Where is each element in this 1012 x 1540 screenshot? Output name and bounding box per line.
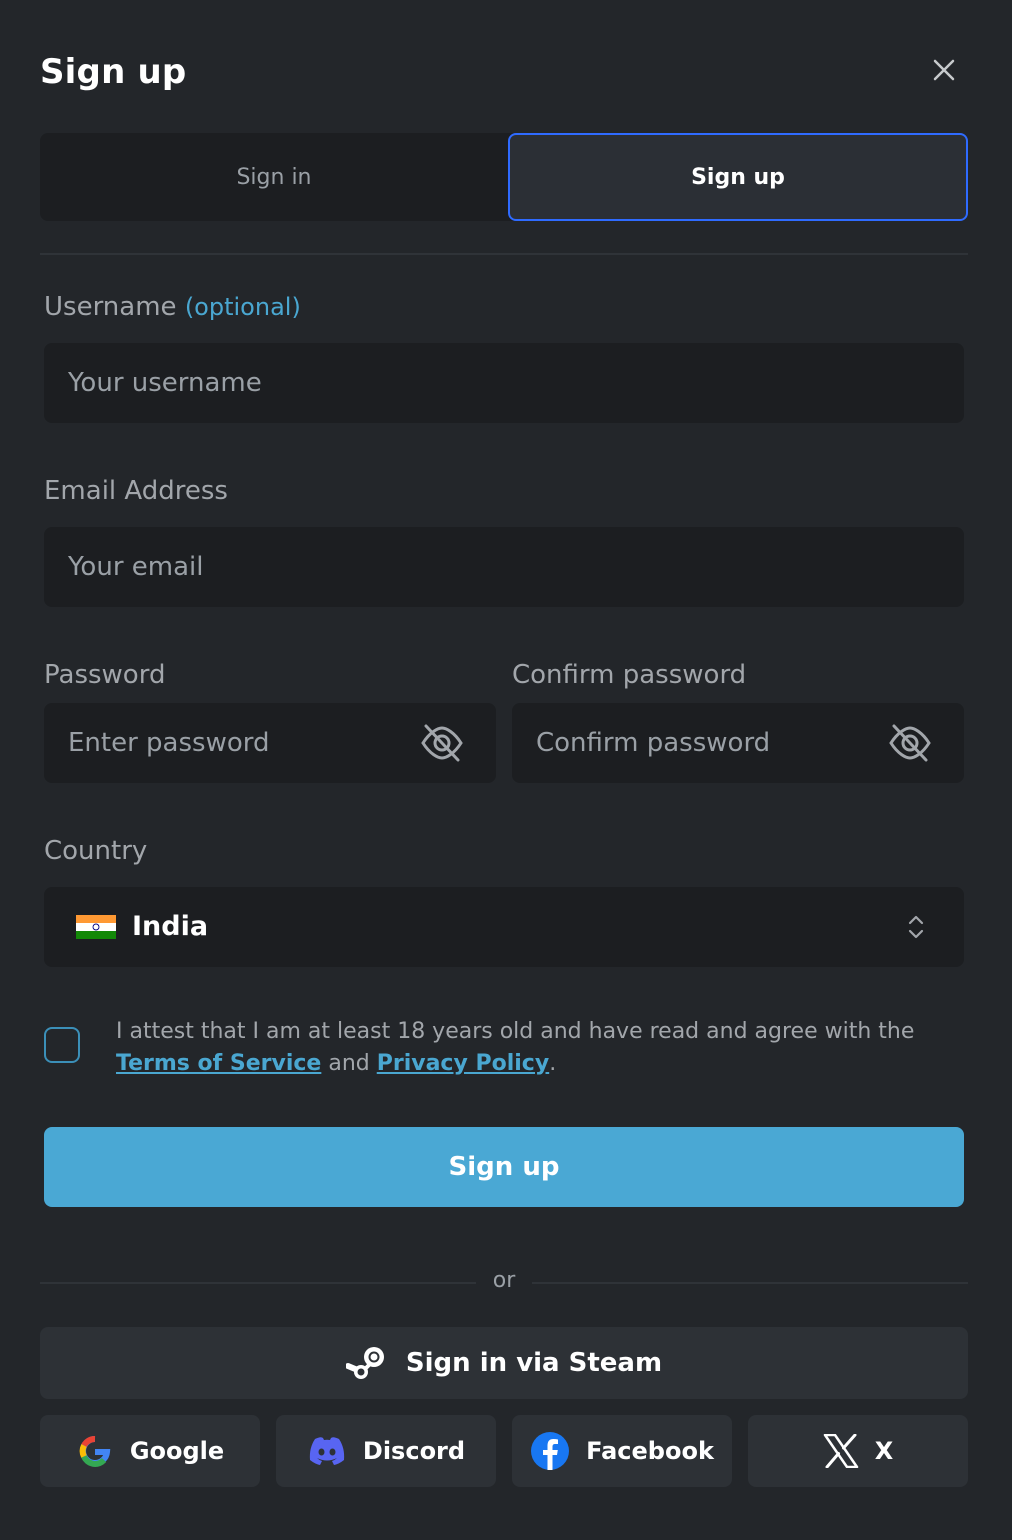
tab-sign-up[interactable]: Sign up — [508, 133, 968, 221]
eye-off-icon[interactable] — [420, 723, 464, 763]
consent-text-and: and — [321, 1051, 377, 1076]
consent-text-start: I attest that I am at least 18 years old… — [116, 1019, 915, 1044]
steam-button-label: Sign in via Steam — [405, 1348, 663, 1378]
consent-text-end: . — [549, 1051, 557, 1076]
password-field-box — [44, 703, 496, 783]
eye-off-icon[interactable] — [888, 723, 932, 763]
or-divider-text: or — [492, 1268, 516, 1293]
country-value: India — [132, 911, 209, 942]
username-input[interactable] — [44, 368, 964, 398]
optional-tag: (optional) — [184, 293, 301, 321]
steam-icon — [345, 1347, 384, 1379]
close-button[interactable] — [930, 56, 958, 84]
google-icon — [79, 1436, 111, 1467]
google-label: Google — [129, 1437, 225, 1465]
terms-link[interactable]: Terms of Service — [116, 1051, 321, 1076]
divider-left — [40, 1282, 476, 1284]
facebook-button[interactable]: Facebook — [512, 1415, 732, 1487]
confirm-password-label: Confirm password — [512, 660, 747, 690]
facebook-label: Facebook — [586, 1437, 714, 1465]
x-icon — [823, 1434, 858, 1468]
consent-text: I attest that I am at least 18 years old… — [116, 1016, 936, 1080]
country-select[interactable]: India — [44, 887, 964, 967]
chevron-up-down-icon — [908, 915, 924, 939]
steam-sign-in-button[interactable]: Sign in via Steam — [40, 1327, 968, 1399]
tab-sign-in[interactable]: Sign in — [40, 133, 508, 221]
india-flag-icon — [76, 915, 116, 939]
close-icon — [933, 59, 955, 81]
google-button[interactable]: Google — [40, 1415, 260, 1487]
password-label: Password — [44, 660, 166, 690]
divider — [40, 253, 968, 255]
age-consent-checkbox[interactable] — [44, 1027, 80, 1063]
discord-button[interactable]: Discord — [276, 1415, 496, 1487]
country-label: Country — [44, 836, 148, 866]
email-field-box — [44, 527, 964, 607]
username-label: Username (optional) — [44, 292, 301, 322]
auth-tabs: Sign in Sign up — [40, 133, 968, 221]
facebook-icon — [531, 1432, 570, 1470]
page-title: Sign up — [40, 52, 187, 92]
email-input[interactable] — [44, 552, 964, 582]
email-label: Email Address — [44, 476, 228, 506]
privacy-link[interactable]: Privacy Policy — [377, 1051, 549, 1076]
divider-right — [532, 1282, 968, 1284]
discord-icon — [309, 1437, 345, 1465]
username-field-box — [44, 343, 964, 423]
x-button[interactable]: X — [748, 1415, 968, 1487]
username-label-text: Username — [44, 292, 177, 322]
x-label: X — [874, 1437, 894, 1465]
sign-up-button[interactable]: Sign up — [44, 1127, 964, 1207]
confirm-password-field-box — [512, 703, 964, 783]
discord-label: Discord — [362, 1437, 466, 1465]
